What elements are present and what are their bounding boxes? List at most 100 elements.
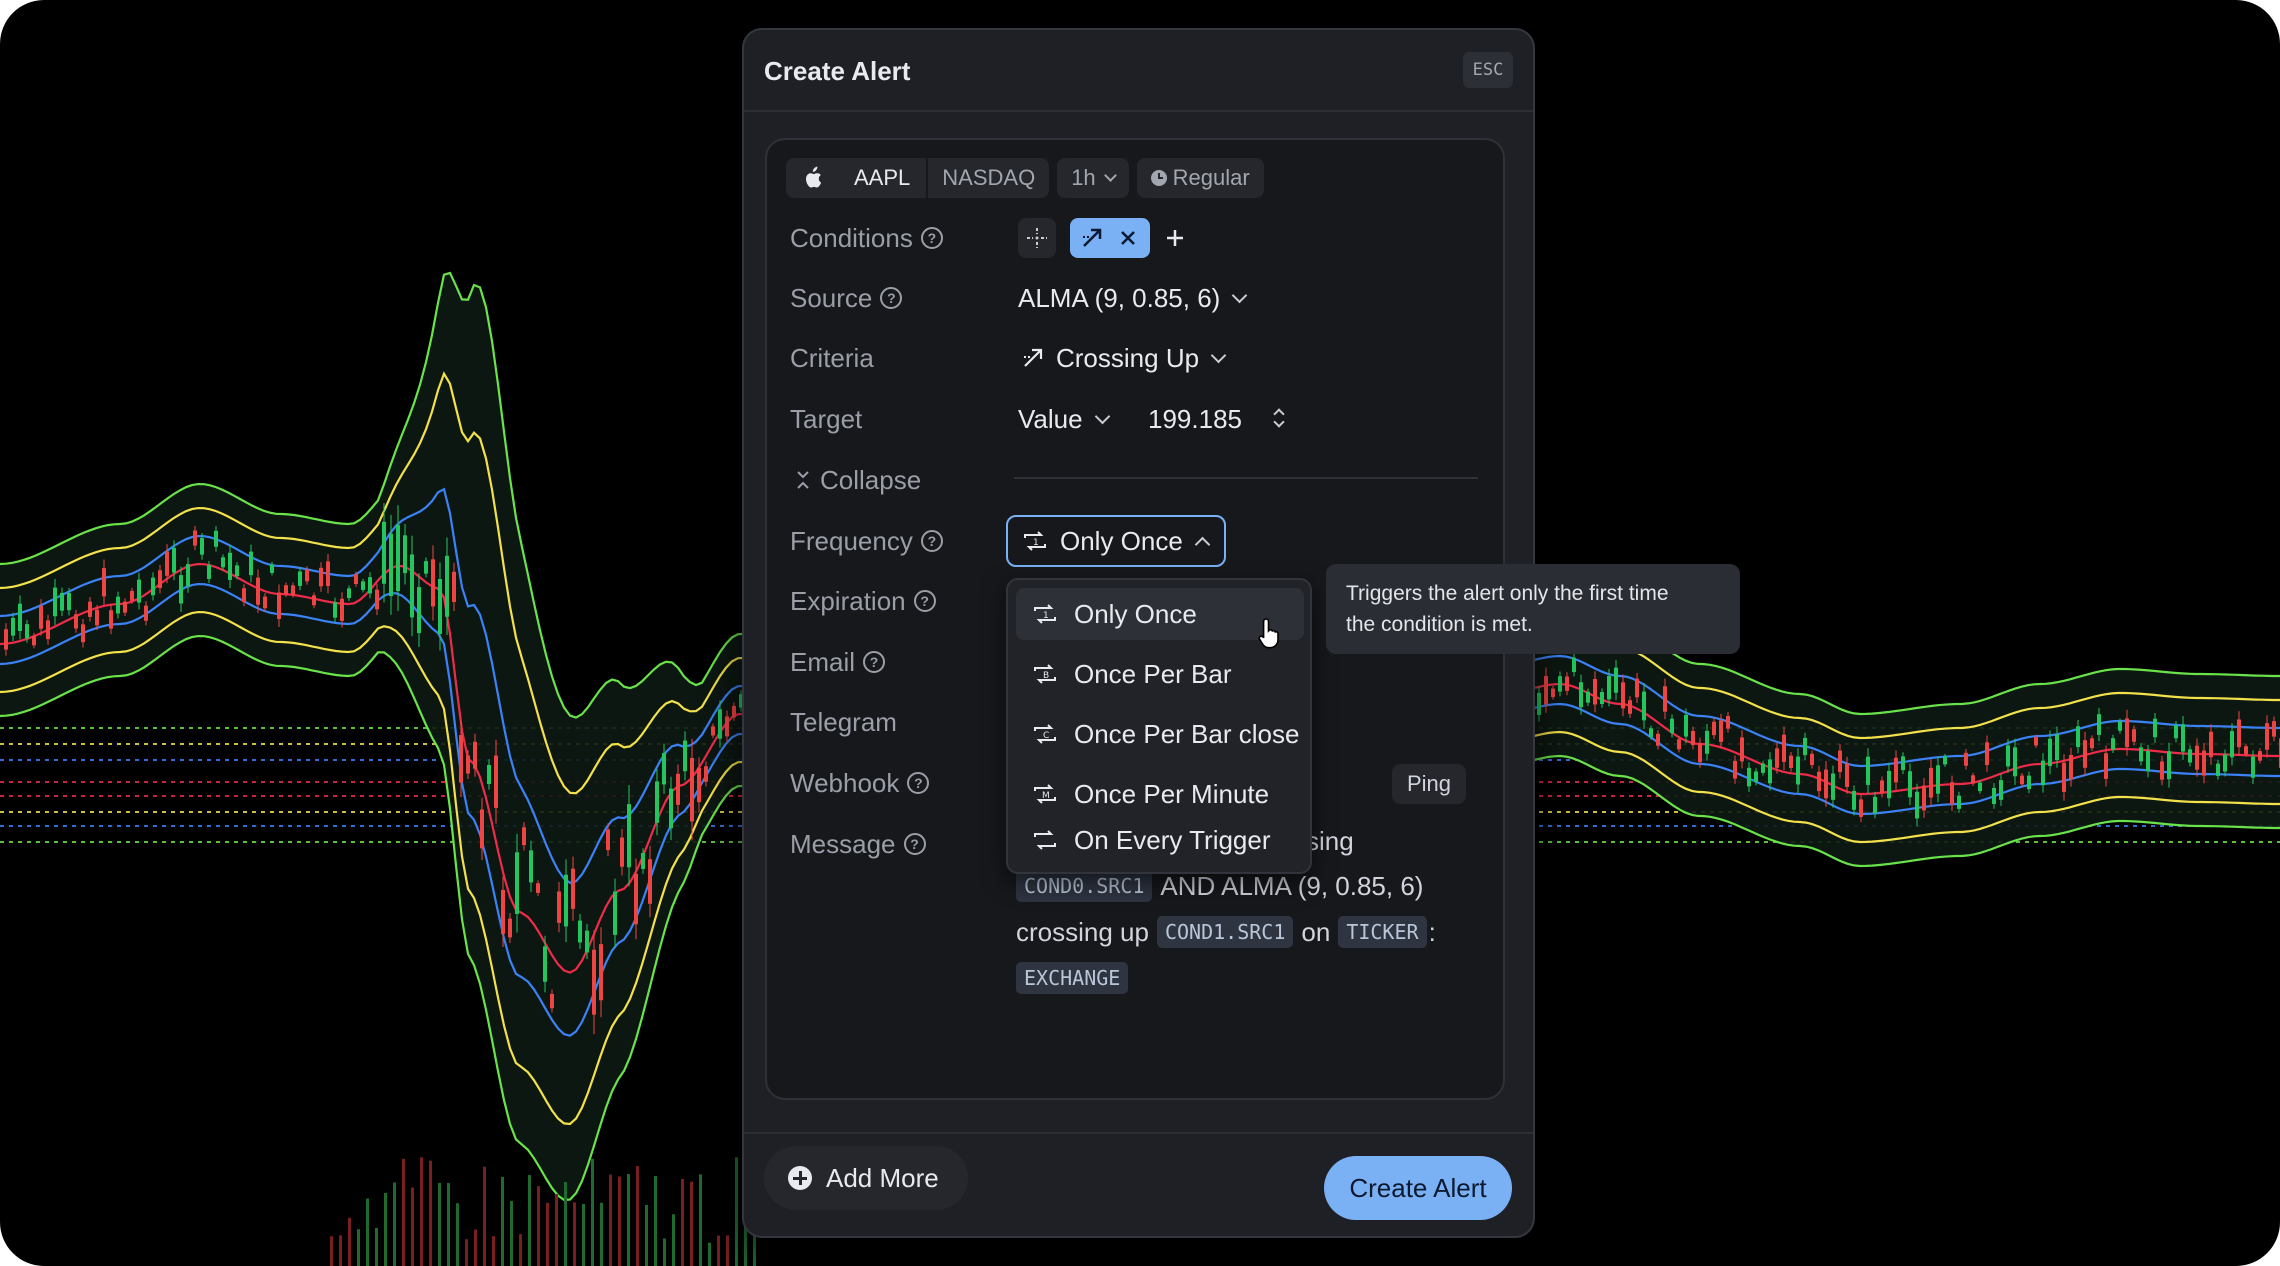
frequency-tooltip: Triggers the alert only the first time t… <box>1326 564 1740 654</box>
ping-button[interactable]: Ping <box>1392 764 1466 804</box>
interval-label: 1h <box>1071 165 1096 190</box>
token-ticker[interactable]: TICKER <box>1338 916 1427 948</box>
target-type-dropdown[interactable]: Value <box>1018 401 1110 437</box>
volume-bar <box>546 1202 549 1266</box>
volume-bar <box>528 1175 531 1266</box>
help-icon[interactable]: ? <box>920 227 943 249</box>
telegram-label-text: Telegram <box>790 706 897 737</box>
close-icon[interactable] <box>1115 225 1141 251</box>
menu-item-on-every-trigger[interactable]: On Every Trigger <box>1016 816 1304 864</box>
token-exchange[interactable]: EXCHANGE <box>1016 962 1129 994</box>
source-dropdown[interactable]: ALMA (9, 0.85, 6) <box>1018 280 1248 316</box>
menu-item-label: Once Per Bar <box>1074 658 1232 689</box>
target-type-value: Value <box>1018 403 1083 434</box>
criteria-value: Crossing Up <box>1056 342 1200 373</box>
menu-item-once-per-bar[interactable]: B Once Per Bar <box>1016 648 1304 700</box>
symbol-selector[interactable]: AAPL NASDAQ <box>786 158 1050 198</box>
message-line-2: COND0.SRC1 AND ALMA (9, 0.85, 6) <box>1016 870 1423 902</box>
volume-bar <box>330 1236 333 1266</box>
volume-bar <box>474 1229 477 1266</box>
chevron-down-icon[interactable] <box>1273 416 1285 428</box>
help-icon[interactable]: ? <box>920 530 943 552</box>
condition-crosshair-button[interactable] <box>1018 218 1056 258</box>
volume-bar <box>654 1176 657 1266</box>
menu-item-once-per-bar-close[interactable]: C Once Per Bar close <box>1016 708 1304 760</box>
repeat-icon <box>1034 830 1056 850</box>
criteria-dropdown[interactable]: Crossing Up <box>1020 340 1227 376</box>
svg-text:C: C <box>1043 731 1049 741</box>
add-more-button[interactable]: Add More <box>764 1146 968 1210</box>
value-stepper[interactable] <box>1268 398 1286 440</box>
repeat-bar-icon: B <box>1034 664 1056 684</box>
screen: Create Alert ESC AAPL NASDAQ 1h Regular … <box>0 0 2280 1266</box>
repeat-minute-icon: M <box>1034 784 1056 804</box>
frequency-value: Only Once <box>1060 525 1183 556</box>
repeat-1-icon: 1 <box>1034 604 1056 624</box>
volume-bar <box>627 1174 630 1266</box>
message-text: on <box>1301 916 1331 947</box>
add-condition-button[interactable] <box>1160 218 1190 258</box>
menu-item-once-per-minute[interactable]: M Once Per Minute <box>1016 768 1304 820</box>
message-text: AND ALMA (9, 0.85, 6) <box>1160 870 1424 901</box>
help-icon[interactable]: ? <box>907 772 930 794</box>
volume-bar <box>672 1214 675 1266</box>
crossing-up-icon <box>1083 228 1102 247</box>
volume-bar <box>384 1192 387 1266</box>
repeat-close-icon: C <box>1034 724 1056 744</box>
token-cond1[interactable]: COND1.SRC1 <box>1156 916 1294 948</box>
help-icon[interactable]: ? <box>863 651 886 673</box>
chevron-down-icon <box>1232 287 1248 303</box>
volume-bar <box>438 1182 441 1266</box>
volume-bar <box>591 1158 594 1266</box>
frequency-dropdown[interactable]: 1 Only Once <box>1006 515 1226 567</box>
email-label-text: Email <box>790 646 856 677</box>
help-icon[interactable]: ? <box>913 590 936 612</box>
volume-bar <box>501 1176 504 1266</box>
hand-cursor-icon <box>1258 618 1279 649</box>
help-icon[interactable]: ? <box>880 287 903 309</box>
criteria-label-text: Criteria <box>790 342 874 373</box>
message-line-1: sing <box>1306 826 1354 857</box>
volume-bar <box>366 1198 369 1266</box>
target-label: Target <box>790 401 862 437</box>
volume-bar <box>483 1166 486 1266</box>
divider <box>1014 477 1478 479</box>
volume-bar <box>600 1202 603 1266</box>
clock-icon <box>1150 170 1167 186</box>
dialog-header: Create Alert ESC <box>744 30 1533 112</box>
volume-bar <box>402 1158 405 1266</box>
webhook-label-text: Webhook <box>790 767 900 798</box>
conditions-label-text: Conditions <box>790 222 913 253</box>
session-dropdown[interactable]: Regular <box>1136 158 1264 198</box>
help-icon[interactable]: ? <box>903 833 926 855</box>
dialog-title: Create Alert <box>764 56 911 86</box>
volume-bar <box>699 1174 702 1266</box>
interval-dropdown[interactable]: 1h <box>1057 158 1129 198</box>
source-label-text: Source <box>790 282 873 313</box>
tooltip-line: Triggers the alert only the first time <box>1346 582 1669 605</box>
create-alert-button[interactable]: Create Alert <box>1324 1156 1512 1220</box>
volume-bar <box>456 1203 459 1266</box>
email-label: Email? <box>790 644 886 680</box>
frequency-label-text: Frequency <box>790 525 913 556</box>
volume-bar <box>420 1157 423 1266</box>
source-value: ALMA (9, 0.85, 6) <box>1018 282 1221 313</box>
esc-button[interactable]: ESC <box>1463 52 1513 88</box>
expiration-label: Expiration? <box>790 583 936 619</box>
svg-text:B: B <box>1043 671 1049 681</box>
volume-bar <box>375 1227 378 1266</box>
exchange-label: NASDAQ <box>926 158 1049 198</box>
target-value-input[interactable]: 199.185 <box>1148 401 1242 437</box>
collapse-label: Collapse <box>820 464 922 495</box>
svg-text:1: 1 <box>1033 538 1039 548</box>
chevron-down-icon <box>1210 347 1227 363</box>
frequency-label: Frequency? <box>790 523 943 559</box>
collapse-toggle[interactable]: Collapse <box>794 462 921 498</box>
chevron-up-icon <box>1194 536 1211 552</box>
condition-crossing-up-chip[interactable] <box>1070 218 1150 258</box>
volume-bar <box>555 1194 558 1266</box>
token-cond0[interactable]: COND0.SRC1 <box>1016 870 1153 902</box>
volume-bar <box>582 1203 585 1266</box>
volume-bar <box>465 1239 468 1266</box>
source-label: Source? <box>790 280 903 316</box>
